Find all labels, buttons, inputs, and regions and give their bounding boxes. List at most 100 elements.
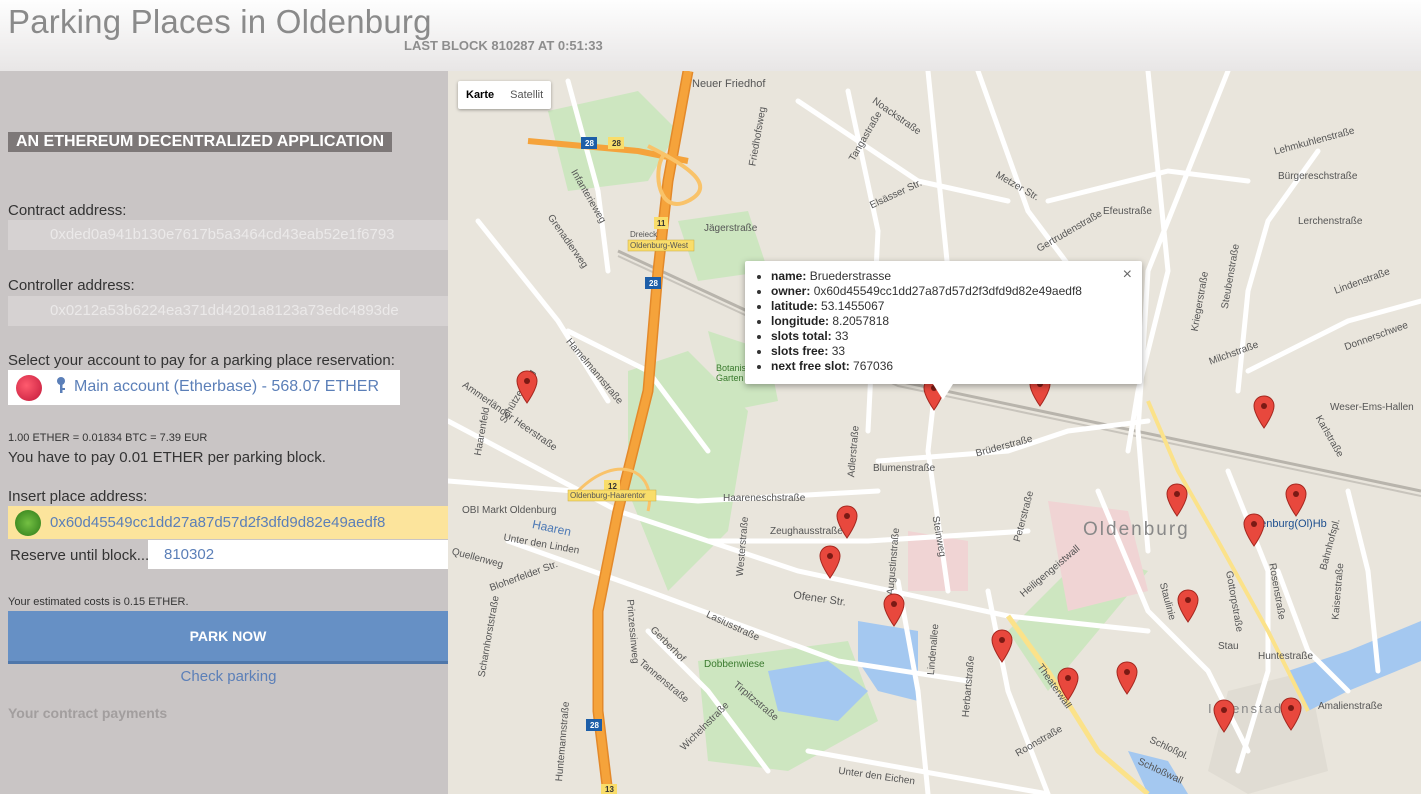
street-label: Friedhofsweg [747,105,769,168]
parking-marker[interactable] [883,593,905,627]
street-label: Bürgereschstraße [1278,171,1358,182]
street-label: Infanterieweg [568,167,608,226]
parking-marker[interactable] [1280,697,1302,731]
street-label: Lindenstraße [1332,266,1392,297]
parking-info-window: × name: Bruederstrasse owner: 0x60d45549… [745,261,1142,400]
pay-per-block-text: You have to pay 0.01 ETHER per parking b… [8,449,326,466]
place-address-value: 0x60d45549cc1dd27a87d57d2f3dfd9d82e49aed… [50,514,386,531]
account-select-label: Select your account to pay for a parking… [8,352,395,369]
parking-marker[interactable] [1057,667,1079,701]
street-label: Gottorpstraße [1223,570,1245,633]
info-item-slots-total: slots total: 33 [771,329,1142,344]
street-label: Hamelmannstraße [563,336,625,407]
street-label: Westerstraße [734,516,752,577]
street-label: Tannenstraße [636,657,691,706]
map-type-satellit[interactable]: Satellit [502,81,551,109]
street-label: Amalienstraße [1318,701,1383,712]
close-icon[interactable]: × [1123,266,1132,284]
app-banner: AN ETHEREUM DECENTRALIZED APPLICATION [8,132,392,152]
street-label: Lerchenstraße [1298,216,1363,227]
parking-marker[interactable] [819,545,841,579]
street-label: Gertrudenstraße [1035,208,1105,255]
street-label: Steinweg [929,515,948,558]
street-label: Weser-Ems-Hallen [1330,402,1414,413]
map-type-karte[interactable]: Karte [458,81,502,109]
last-block-status: LAST BLOCK 810287 AT 0:51:33 [404,38,603,53]
parking-marker[interactable] [1116,661,1138,695]
street-label: Milchstraße [1207,339,1261,368]
street-label: Augustinstraße [885,527,903,596]
place-address-field[interactable]: 0x60d45549cc1dd27a87d57d2f3dfd9d82e49aed… [8,506,448,539]
place-address-label: Insert place address: [8,488,148,505]
street-label: Donnerschwee [1343,319,1410,354]
street-label: Tirpitzstraße [730,679,781,724]
check-parking-link[interactable]: Check parking [0,668,457,685]
street-label: Steubenstraße [1219,243,1242,310]
street-label: Scharnhorststraße [476,595,502,678]
parking-marker[interactable] [991,629,1013,663]
parking-marker[interactable] [516,370,538,404]
street-label: Staulinie [1156,581,1178,622]
street-label: Stau [1218,641,1239,652]
parking-marker[interactable] [1253,395,1275,429]
street-label: Ofener Str. [792,589,847,609]
street-label: Oldenburg [1083,519,1190,540]
street-label: Rosenstraße [1266,562,1288,621]
street-label: Tangastraße [847,109,885,164]
street-label: Prinzessinweg [623,598,641,665]
street-label: Blumenstraße [873,463,936,474]
street-label: Haareneschstraße [723,493,806,504]
info-item-slots-free: slots free: 33 [771,344,1142,359]
street-label: Lindenallee [925,623,942,676]
street-label: Lehmkuhlenstraße [1272,125,1356,158]
street-label: Heiligengeistwall [1018,543,1083,600]
parking-marker[interactable] [1285,483,1307,517]
sidebar: AN ETHEREUM DECENTRALIZED APPLICATION Co… [0,71,448,794]
place-avatar [15,510,41,536]
info-item-longitude: longitude: 8.2057818 [771,314,1142,329]
street-label: Neuer Friedhof [692,78,766,90]
street-label: Roonstraße [1013,723,1065,760]
street-label: Huntemannstraße [554,701,572,782]
parking-marker[interactable] [1177,589,1199,623]
street-label: Haaren [530,517,573,539]
header-bar: Parking Places in Oldenburg LAST BLOCK 8… [0,0,1421,71]
info-item-owner: owner: 0x60d45549cc1dd27a87d57d2f3dfd9d8… [771,284,1142,299]
street-label: Metzer Str. [993,169,1041,204]
reserve-block-input[interactable] [148,540,448,569]
street-label: Dobbenwiese [704,659,765,670]
street-label: Karlstraße [1312,413,1346,460]
street-labels: Neuer Friedhof Jägerstraße Grenadierweg … [448,71,1421,794]
park-now-button[interactable]: PARK NOW [8,611,448,664]
street-label: Grenadierweg [544,212,590,271]
reserve-until-label: Reserve until block.... [10,547,154,564]
street-label: OBI Markt Oldenburg [462,505,557,516]
street-label: Huntestraße [1258,651,1314,662]
account-selector[interactable]: Main account (Etherbase) - 568.07 ETHER [8,370,400,405]
street-label: Kriegerstraße [1189,270,1211,333]
map-view[interactable]: 28 28 11 28 12 28 13 Neuer Friedhof Jäge… [448,71,1421,794]
street-label: Zeughausstraße [770,526,843,537]
street-label: Dreieck Oldenburg-West [630,230,689,250]
street-label: Elsässer Str. [868,177,924,212]
contract-address-field[interactable]: 0xded0a941b130e7617b5a3464cd43eab52e1f67… [8,220,448,250]
parking-marker[interactable] [1243,513,1265,547]
parking-marker[interactable] [836,505,858,539]
info-item-next-free-slot: next free slot: 767036 [771,359,1142,374]
street-label: Peterstraße [1012,489,1037,544]
page-title: Parking Places in Oldenburg [8,3,432,40]
controller-address-label: Controller address: [8,277,135,294]
info-item-latitude: latitude: 53.1455067 [771,299,1142,314]
street-label: Quellenweg [450,546,505,571]
street-label: Herbartstraße [960,655,978,718]
parking-info-list: name: Bruederstrasse owner: 0x60d45549cc… [745,261,1142,374]
account-avatar [16,375,42,401]
controller-address-field[interactable]: 0x0212a53b6224ea371dd4201a8123a73edc4893… [8,296,448,326]
parking-marker[interactable] [1213,699,1235,733]
street-label: Haarenfeld [472,406,493,457]
street-label: Oldenburg-Haarentor [570,491,646,500]
key-icon [54,376,68,399]
parking-marker[interactable] [1166,483,1188,517]
exchange-rate: 1.00 ETHER = 0.01834 BTC = 7.39 EUR [8,432,208,444]
street-label: Lasiusstraße [704,609,761,644]
